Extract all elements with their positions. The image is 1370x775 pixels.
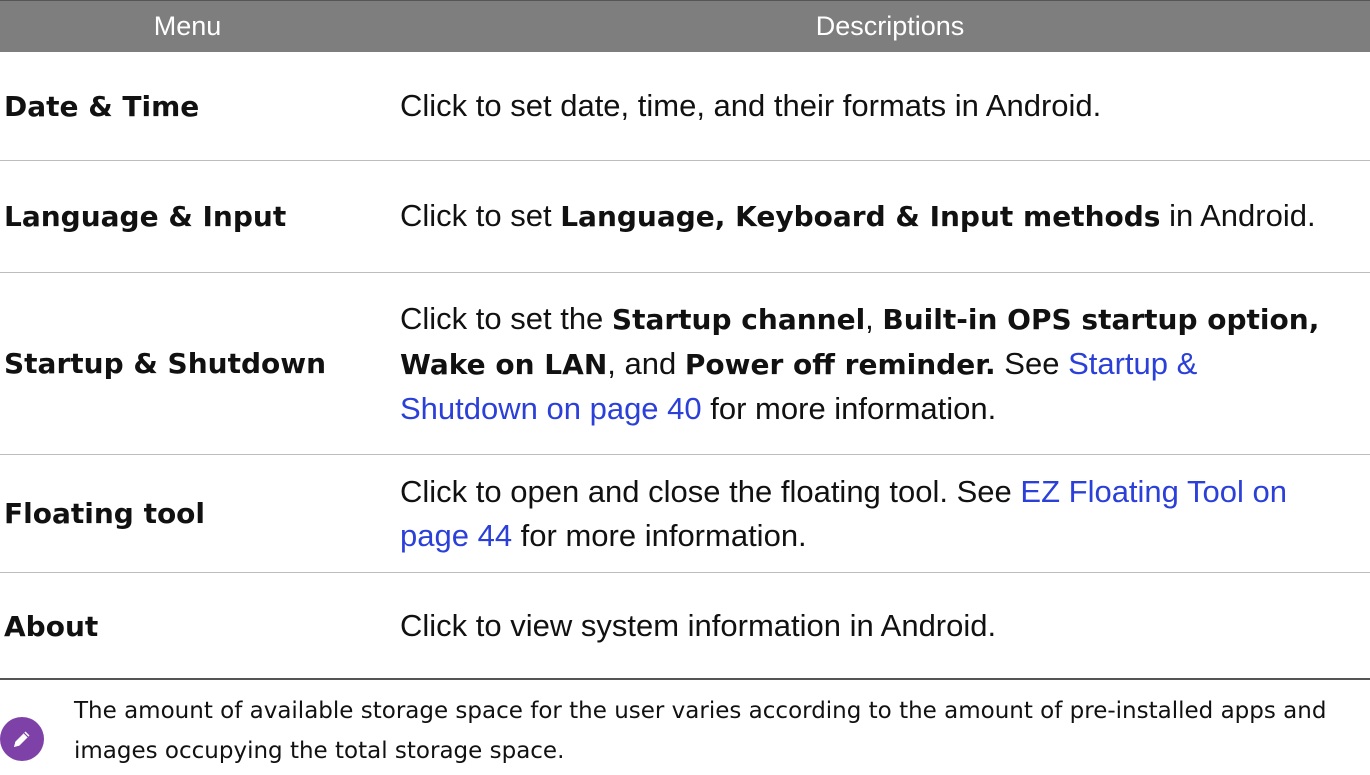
note-text: The amount of available storage space fo… <box>74 698 1327 764</box>
description-cell: Click to set Language, Keyboard & Input … <box>375 194 1370 239</box>
table-row-startup-shutdown: Startup & Shutdown Click to set the Star… <box>0 273 1370 455</box>
menu-cell: About <box>4 609 99 643</box>
header-menu: Menu <box>153 11 222 41</box>
table-header: Menu Descriptions <box>0 1 1370 52</box>
note-box: The amount of available storage space fo… <box>0 678 1370 775</box>
description-text: , and <box>607 345 685 381</box>
description-text: , <box>865 300 883 336</box>
menu-cell: Language & Input <box>4 200 287 233</box>
description-text: in Android. <box>1160 198 1316 233</box>
header-descriptions: Descriptions <box>815 11 965 41</box>
description-text: Click to set <box>400 198 561 233</box>
description-text: for more information. <box>701 390 997 426</box>
description-bold: Power off reminder. <box>684 347 996 381</box>
menu-cell: Startup & Shutdown <box>4 347 327 380</box>
description-text: Click to set date, time, and their forma… <box>400 88 1102 123</box>
description-bold: Startup channel <box>611 302 866 336</box>
description-text: for more information. <box>512 517 807 553</box>
table-row-floating-tool: Floating tool Click to open and close th… <box>0 455 1370 573</box>
description-cell: Click to open and close the floating too… <box>375 470 1370 558</box>
table-row-date-time: Date & Time Click to set date, time, and… <box>0 52 1370 161</box>
description-text: Click to set the <box>400 300 612 336</box>
description-text: See <box>995 345 1069 381</box>
pencil-icon <box>0 717 44 761</box>
description-cell: Click to view system information in Andr… <box>375 604 1370 648</box>
menu-cell: Date & Time <box>4 89 200 123</box>
menu-cell: Floating tool <box>4 497 206 530</box>
description-cell: Click to set date, time, and their forma… <box>375 84 1370 128</box>
description-cell: Click to set the Startup channel, Built-… <box>375 297 1370 431</box>
description-bold: Language, Keyboard & Input methods <box>560 200 1161 233</box>
description-text: Click to open and close the floating too… <box>400 473 1021 509</box>
description-text: Click to view system information in Andr… <box>400 608 997 643</box>
table-row-about: About Click to view system information i… <box>0 573 1370 680</box>
table-row-language-input: Language & Input Click to set Language, … <box>0 161 1370 273</box>
menu-table: Menu Descriptions Date & Time Click to s… <box>0 0 1370 680</box>
